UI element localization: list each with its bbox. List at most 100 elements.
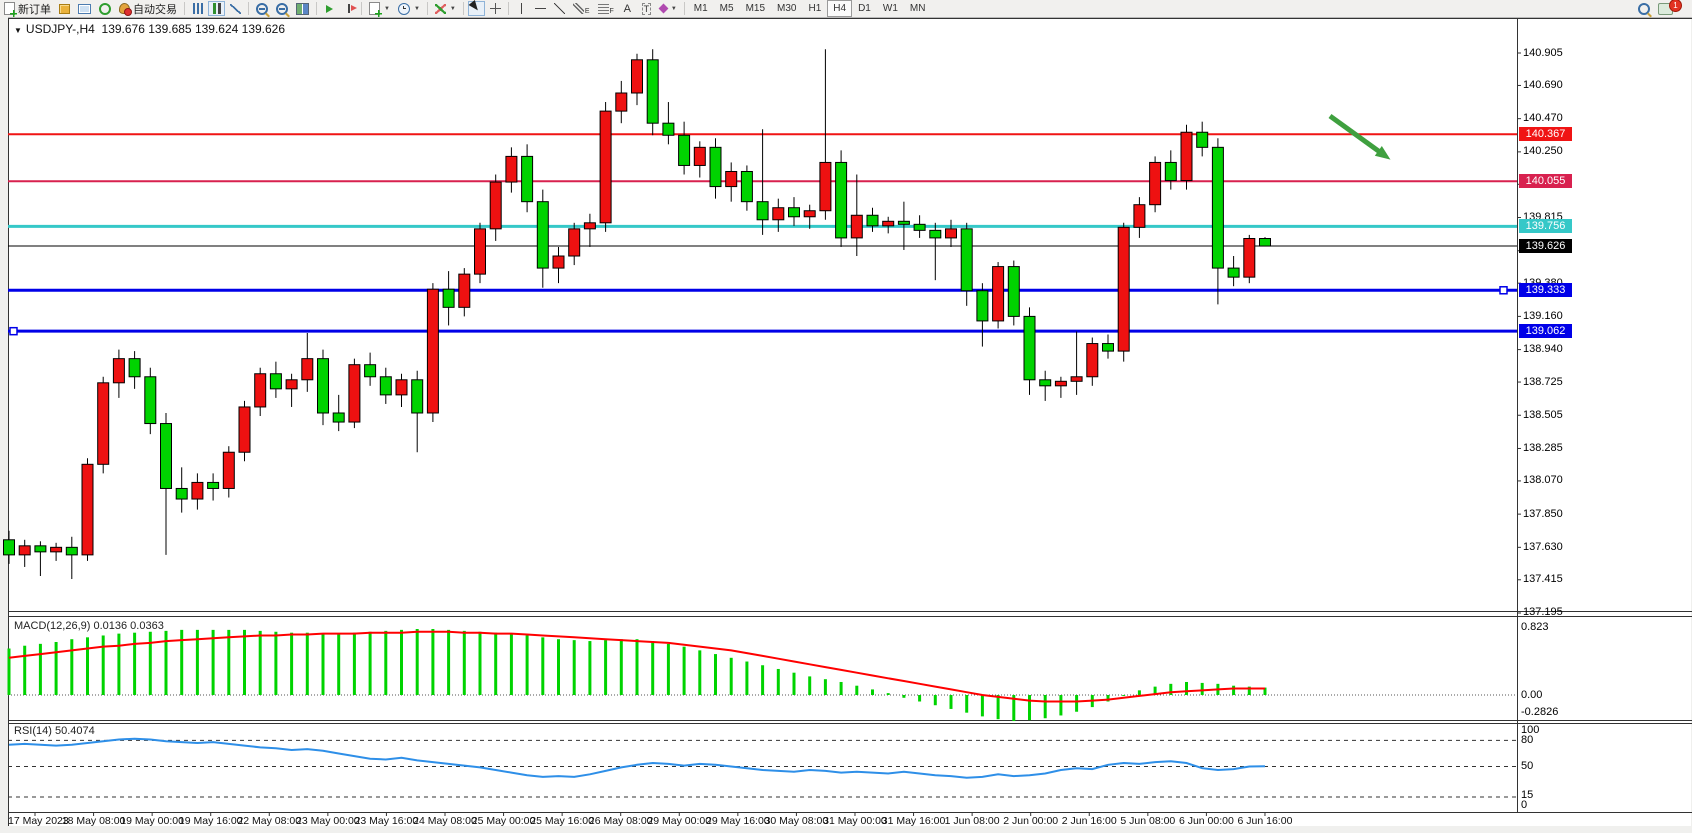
candle[interactable]: [993, 267, 1004, 321]
candle[interactable]: [1040, 380, 1051, 386]
candle[interactable]: [773, 208, 784, 220]
time-axis-label: 29 May 00:00: [647, 815, 711, 827]
macd-axis-label: 0.00: [1521, 689, 1542, 701]
candle[interactable]: [804, 211, 815, 217]
candle[interactable]: [537, 202, 548, 268]
candle[interactable]: [1087, 344, 1098, 377]
candle[interactable]: [1071, 377, 1082, 382]
candle[interactable]: [616, 93, 627, 111]
price-tick-label: 138.070: [1523, 474, 1563, 486]
candle[interactable]: [961, 229, 972, 291]
line-handle[interactable]: [1500, 287, 1507, 294]
candle[interactable]: [333, 413, 344, 422]
candle[interactable]: [490, 182, 501, 229]
candle[interactable]: [145, 377, 156, 424]
macd-axis-label: -0.2826: [1521, 706, 1558, 718]
price-line-label: 140.055: [1519, 174, 1572, 188]
candle[interactable]: [679, 135, 690, 165]
candle[interactable]: [522, 156, 533, 201]
candle[interactable]: [192, 482, 203, 499]
time-axis-label: 31 May 16:00: [882, 815, 946, 827]
candle[interactable]: [663, 123, 674, 135]
collapse-triangle-icon[interactable]: ▼: [14, 26, 22, 35]
candle[interactable]: [1024, 316, 1035, 379]
candle[interactable]: [302, 359, 313, 380]
candle[interactable]: [365, 365, 376, 377]
candle[interactable]: [19, 546, 30, 555]
candle[interactable]: [851, 215, 862, 238]
candle[interactable]: [820, 162, 831, 210]
rsi-indicator-label: RSI(14) 50.4074: [14, 725, 95, 737]
candle[interactable]: [789, 208, 800, 217]
annotation-arrow[interactable]: [1330, 116, 1384, 155]
candle[interactable]: [396, 380, 407, 395]
candle[interactable]: [255, 374, 266, 407]
candle[interactable]: [867, 215, 878, 226]
candle[interactable]: [898, 221, 909, 224]
price-tick-label: 138.505: [1523, 409, 1563, 421]
candle[interactable]: [129, 359, 140, 377]
candle[interactable]: [66, 547, 77, 555]
candle[interactable]: [600, 111, 611, 223]
candle[interactable]: [82, 464, 93, 555]
candle[interactable]: [1228, 268, 1239, 277]
candle[interactable]: [1103, 344, 1114, 352]
candle[interactable]: [1165, 162, 1176, 180]
candle[interactable]: [98, 383, 109, 465]
chart-canvas[interactable]: [0, 0, 1692, 833]
candle[interactable]: [412, 380, 423, 413]
time-axis-label: 25 May 16:00: [530, 815, 594, 827]
candle[interactable]: [443, 289, 454, 307]
candle[interactable]: [380, 377, 391, 395]
candle[interactable]: [977, 291, 988, 321]
candle[interactable]: [427, 289, 438, 413]
candle[interactable]: [475, 229, 486, 274]
candle[interactable]: [757, 202, 768, 220]
candle[interactable]: [318, 359, 329, 413]
candle[interactable]: [1260, 239, 1271, 247]
candle[interactable]: [584, 223, 595, 229]
candle[interactable]: [710, 147, 721, 186]
candle[interactable]: [553, 256, 564, 268]
candle[interactable]: [349, 365, 360, 422]
candle[interactable]: [239, 407, 250, 452]
candle[interactable]: [208, 482, 219, 488]
candle[interactable]: [726, 171, 737, 186]
candle[interactable]: [1244, 239, 1255, 278]
candle[interactable]: [506, 156, 517, 182]
candle[interactable]: [946, 229, 957, 238]
candle[interactable]: [113, 359, 124, 383]
candle[interactable]: [1212, 147, 1223, 268]
line-handle[interactable]: [10, 328, 17, 335]
price-tick-label: 140.690: [1523, 79, 1563, 91]
candle[interactable]: [286, 380, 297, 389]
macd-axis-label: 0.823: [1521, 621, 1549, 633]
candle[interactable]: [223, 452, 234, 488]
candle[interactable]: [1134, 205, 1145, 228]
candle[interactable]: [883, 221, 894, 226]
candle[interactable]: [459, 274, 470, 307]
candle[interactable]: [836, 162, 847, 237]
time-axis-label: 2 Jun 16:00: [1062, 815, 1117, 827]
candle[interactable]: [161, 424, 172, 489]
candle[interactable]: [51, 547, 62, 552]
candle[interactable]: [569, 229, 580, 256]
candle[interactable]: [647, 60, 658, 123]
candle[interactable]: [1055, 381, 1066, 386]
candle[interactable]: [914, 224, 925, 230]
candle[interactable]: [176, 488, 187, 499]
candle[interactable]: [1118, 227, 1129, 351]
price-tick-label: 138.940: [1523, 343, 1563, 355]
candle[interactable]: [1150, 162, 1161, 204]
candle[interactable]: [930, 230, 941, 238]
candle[interactable]: [1008, 267, 1019, 317]
candle[interactable]: [4, 540, 15, 555]
candle[interactable]: [1197, 132, 1208, 147]
candle[interactable]: [1181, 132, 1192, 180]
candle[interactable]: [35, 546, 46, 552]
candle[interactable]: [741, 171, 752, 201]
time-axis-label: 25 May 00:00: [472, 815, 536, 827]
candle[interactable]: [694, 147, 705, 165]
candle[interactable]: [632, 60, 643, 93]
candle[interactable]: [270, 374, 281, 389]
